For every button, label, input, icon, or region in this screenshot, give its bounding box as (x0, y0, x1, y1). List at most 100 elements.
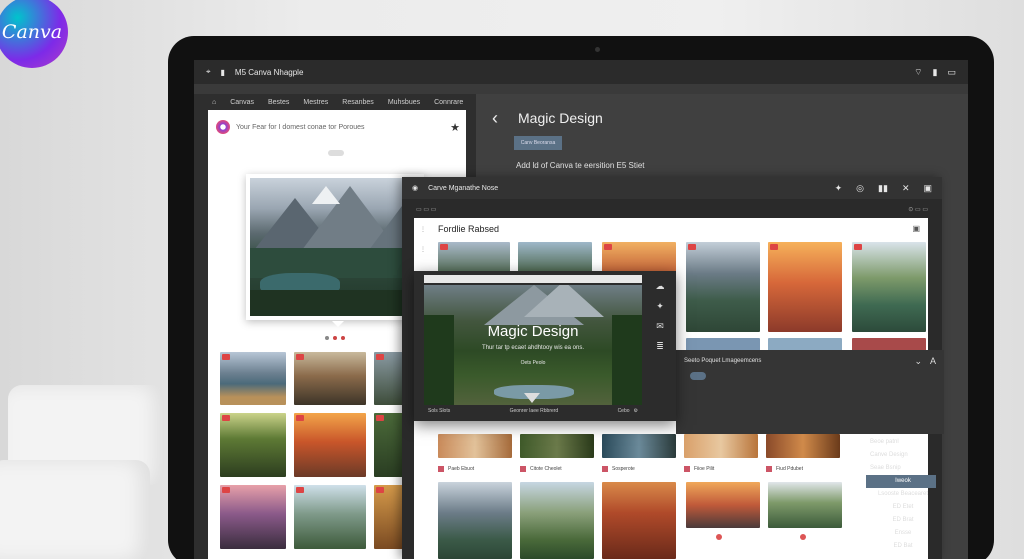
detail-chip[interactable] (690, 372, 706, 380)
row3-dot-2[interactable] (800, 534, 806, 540)
preview-image[interactable]: Magic Design Thur tar tp ecaet ahdhtooy … (424, 285, 642, 405)
row2-thumb-2[interactable] (520, 434, 594, 458)
caption-4-text: Fiioe Pilit (694, 466, 715, 472)
thumb-forest[interactable] (220, 413, 286, 477)
thumb-sunset-peaks[interactable] (294, 413, 366, 477)
row3-thumb-2[interactable] (520, 482, 594, 559)
caption-5-text: Fiud Pdubet (776, 466, 803, 472)
row3-thumb-3[interactable] (602, 482, 676, 559)
page-description: Add ld of Canva te eersition E5 Stiet (516, 161, 645, 170)
row3-thumb-5[interactable] (768, 482, 842, 528)
preview-toolbar (424, 275, 642, 283)
caption-3-text: Sosperote (612, 466, 635, 472)
panel-subbar: ▭ ▭ ▭ ⊙ ▭ ▭ (402, 199, 942, 219)
option-7[interactable]: ED Brat (866, 514, 936, 527)
twitter-side-icon[interactable]: ✦ (656, 301, 664, 312)
avatar[interactable] (216, 120, 230, 134)
preview-caption: Oets Peolo (520, 360, 546, 366)
option-9[interactable]: ED Bat (866, 540, 936, 553)
side-icon-2[interactable]: ⋮ (420, 246, 426, 253)
panel-header-text: Carve Mganathe Nose (428, 184, 499, 192)
thumb-cabin[interactable] (294, 352, 366, 405)
status-phone-icon: ▮ (220, 67, 225, 77)
menu-item-5[interactable]: Muhsbues (388, 99, 420, 106)
settings-icon[interactable]: ⚙ (634, 408, 638, 414)
row2-thumb-1[interactable] (438, 434, 512, 458)
caption-2: Citote Cheolet (520, 466, 562, 472)
thumb-partial-2[interactable] (374, 413, 404, 477)
list-icon[interactable]: ≣ (656, 341, 664, 352)
menu-item-1[interactable]: Canvas (230, 99, 254, 106)
row2-thumb-3[interactable] (602, 434, 676, 458)
sheet-side-icons: ⋮ ⋮ (414, 218, 434, 278)
option-4[interactable]: Iweok (866, 475, 936, 488)
twitter-icon[interactable]: ✦ (835, 183, 843, 194)
option-8[interactable]: Ensse (866, 527, 936, 540)
row2-thumb-5[interactable] (766, 434, 840, 458)
cloud-icon[interactable]: ☁ (656, 281, 665, 292)
subbar-right-icons[interactable]: ⊙ ▭ ▭ (908, 206, 928, 213)
mail-icon[interactable]: ✉ (656, 321, 664, 332)
right-option-list: Beoe patnl Canve Design Seae Bsnip Iweok… (866, 436, 936, 553)
panel-record-icon[interactable]: ◉ (412, 184, 418, 192)
card-header: Your Fear for I domest conae tor Poroues… (216, 116, 460, 138)
webcam (595, 47, 600, 52)
footer-right: Cebo (617, 408, 630, 414)
row2-thumb-4[interactable] (684, 434, 758, 458)
left-menubar: ⌂ Canvas Bestes Mestres Resanbes Muhsbue… (194, 94, 476, 110)
row3-dot-1[interactable] (716, 534, 722, 540)
caption-5: Fiud Pdubet (766, 466, 803, 472)
grid-thumb-3[interactable] (602, 242, 676, 272)
home-icon[interactable]: ⌂ (212, 99, 216, 106)
grid-thumb-5[interactable] (768, 242, 842, 332)
close-icon[interactable]: ✕ (902, 183, 910, 194)
browser-strip (194, 84, 968, 94)
sheet-settings-icon[interactable]: ▣ (912, 224, 920, 233)
caption-1: Paeb Ebuot (438, 466, 474, 472)
share-icon[interactable]: ▣ (923, 183, 932, 194)
thumb-lake[interactable] (220, 352, 286, 405)
text-icon[interactable]: A (930, 356, 936, 367)
option-3[interactable]: Seae Bsnip (866, 462, 936, 475)
option-6[interactable]: ED Etet (866, 501, 936, 514)
star-icon[interactable]: ★ (450, 121, 460, 134)
side-icon-1[interactable]: ⋮ (420, 226, 426, 233)
bars-icon[interactable]: ▮▮ (878, 183, 888, 194)
menu-item-2[interactable]: Bestes (268, 99, 289, 106)
thumb-partial-1[interactable] (374, 352, 404, 405)
caption-4: Fiioe Pilit (684, 466, 714, 472)
grid-thumb-4[interactable] (686, 242, 760, 332)
preview-side-tools: ☁ ✦ ✉ ≣ (650, 281, 670, 352)
carousel-dots[interactable] (325, 336, 345, 340)
option-1[interactable]: Beoe patnl (866, 436, 936, 449)
chip-label: Canv Beoransa (520, 140, 556, 146)
hero-image[interactable] (246, 174, 424, 320)
coffee-mug-lower (0, 460, 150, 559)
thumb-dusk[interactable] (220, 485, 286, 549)
chevron-down-icon[interactable]: ⌄ (914, 356, 922, 367)
wifi-icon: ⌔ (914, 66, 923, 77)
target-icon[interactable]: ◎ (856, 183, 864, 194)
status-text: M5 Canva Nhagple (234, 67, 304, 77)
thumb-partial-3[interactable] (374, 485, 404, 549)
page-title: Magic Design (518, 110, 603, 126)
grid-thumb-6[interactable] (852, 242, 926, 332)
subbar-tools-icon[interactable]: ▭ ▭ ▭ (416, 206, 436, 213)
option-5[interactable]: Lsooste Beacearet (866, 488, 936, 501)
option-2[interactable]: Canve Design (866, 449, 936, 462)
menu-item-6[interactable]: Connrare (434, 99, 463, 106)
menu-item-4[interactable]: Resanbes (342, 99, 374, 106)
back-icon[interactable]: ‹ (492, 108, 498, 129)
detail-panel: Seeto Poquet Lmageemcens ⌄ A (676, 350, 944, 434)
row3-thumb-1[interactable] (438, 482, 512, 559)
card-header-text: Your Fear for I domest conae tor Poroues (236, 123, 365, 131)
menu-item-3[interactable]: Mestres (303, 99, 328, 106)
grid-thumb-1[interactable] (438, 242, 510, 272)
grid-thumb-2[interactable] (518, 242, 592, 272)
row3-thumb-4[interactable] (686, 482, 760, 528)
thumb-valley[interactable] (294, 485, 366, 549)
battery-icon: ▭ (947, 66, 956, 77)
pager-icon (328, 150, 344, 156)
logo-text: Canva (1, 21, 63, 43)
template-chip[interactable]: Canv Beoransa (514, 136, 562, 150)
